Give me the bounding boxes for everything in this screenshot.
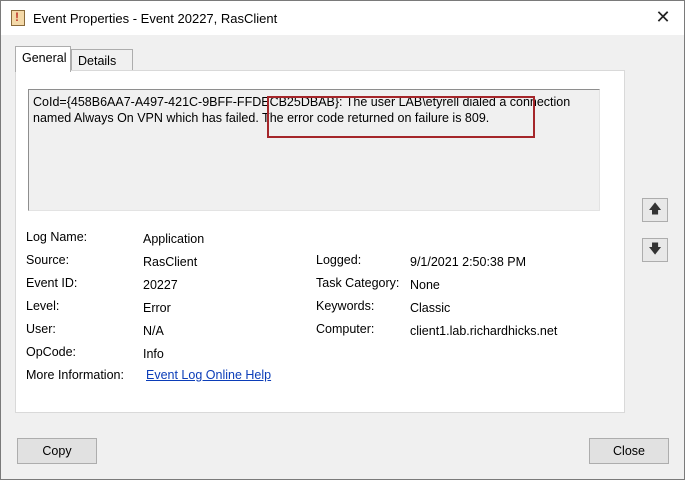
user-label: User: [26,322,56,336]
arrow-down-icon: 🡇 [648,242,662,257]
computer-label: Computer: [316,322,375,336]
event-viewer-icon [11,10,25,26]
close-icon[interactable]: ✕ [652,7,674,29]
next-event-button[interactable]: 🡇 [642,238,668,262]
event-id-value: 20227 [143,278,178,292]
copy-button[interactable]: Copy [17,438,97,464]
close-button[interactable]: Close [589,438,669,464]
tab-general[interactable]: General [15,46,71,72]
log-name-value: Application [143,232,205,246]
event-properties-window: Event Properties - Event 20227, RasClien… [0,0,685,480]
tab-details[interactable]: Details [71,49,133,71]
arrow-up-icon: 🡅 [648,202,662,217]
task-category-label: Task Category: [316,276,400,290]
event-id-label: Event ID: [26,276,78,290]
more-information-label: More Information: [26,368,124,382]
opcode-label: OpCode: [26,345,77,359]
general-panel: CoId={458B6AA7-A497-421C-9BFF-FFDECB25DB… [15,70,625,413]
keywords-value: Classic [410,301,451,315]
previous-event-button[interactable]: 🡅 [642,198,668,222]
log-name-label: Log Name: [26,230,88,244]
logged-value: 9/1/2021 2:50:38 PM [410,255,527,269]
level-label: Level: [26,299,60,313]
logged-label: Logged: [316,253,362,267]
user-value: N/A [143,324,164,338]
source-label: Source: [26,253,70,267]
window-title: Event Properties - Event 20227, RasClien… [33,11,278,26]
event-log-online-help-link[interactable]: Event Log Online Help [146,368,271,382]
event-description[interactable]: CoId={458B6AA7-A497-421C-9BFF-FFDECB25DB… [28,89,600,211]
level-value: Error [143,301,171,315]
title-bar: Event Properties - Event 20227, RasClien… [1,1,684,35]
opcode-value: Info [143,347,164,361]
source-value: RasClient [143,255,198,269]
computer-value: client1.lab.richardhicks.net [410,324,558,338]
error-highlight-box [267,96,535,138]
keywords-label: Keywords: [316,299,375,313]
task-category-value: None [410,278,440,292]
